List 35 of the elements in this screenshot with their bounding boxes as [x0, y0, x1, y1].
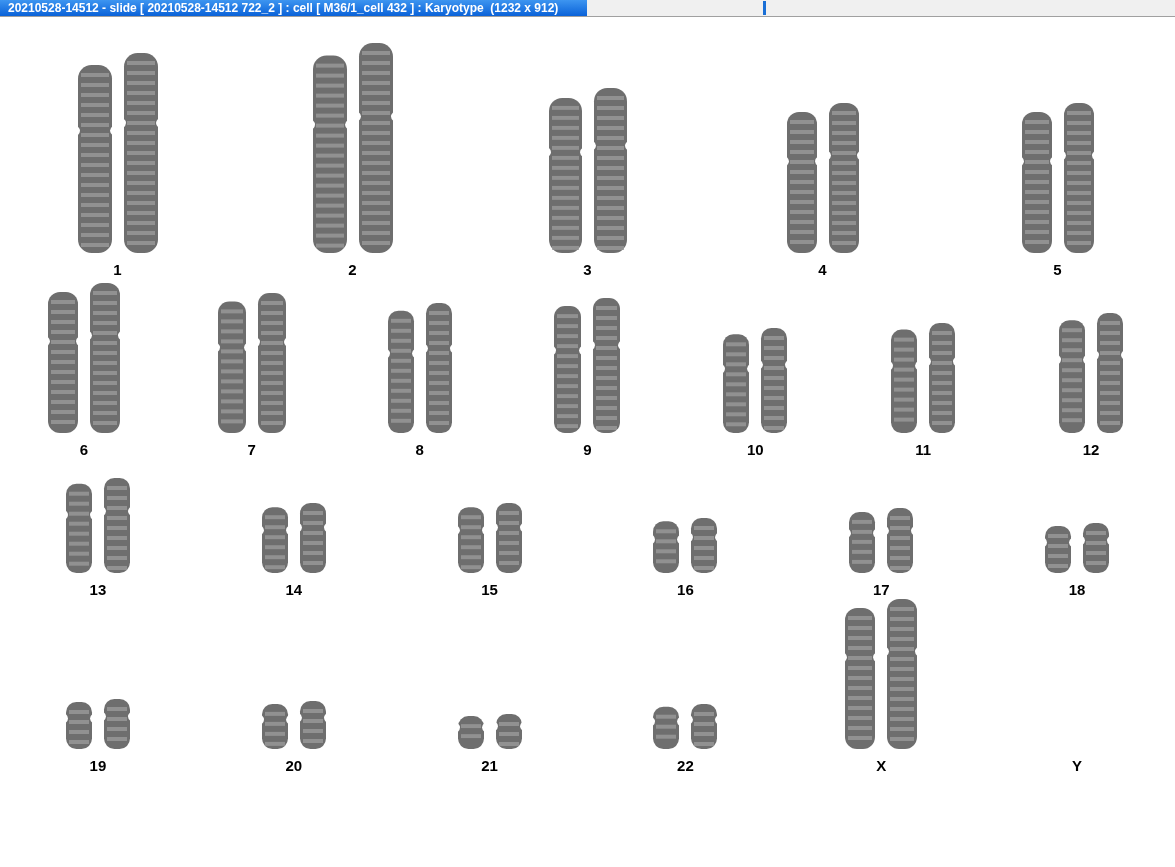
- chromosome-label: 13: [89, 581, 107, 599]
- chromosome-label: X: [876, 757, 887, 775]
- chromosome-label: 14: [285, 581, 303, 599]
- window-title: 20210528-14512 - slide [ 20210528-14512 722_2 ] : cell [ M36/1_cell 432 ] : Karyotype (1232 x 912): [0, 0, 587, 16]
- chromosome-label: 20: [285, 757, 303, 775]
- chromosome-label: 19: [89, 757, 107, 775]
- chromosome-label: 9: [583, 441, 592, 459]
- chromosome-pair-drawing: [457, 714, 522, 749]
- chromosome-pair-drawing: [65, 699, 130, 749]
- chromosome-label: 15: [481, 581, 498, 599]
- chromosome-label: 2: [348, 261, 357, 279]
- chromosome-pair-drawing: [653, 704, 718, 749]
- chromosome-label: 22: [677, 757, 694, 775]
- scroll-marker: [763, 1, 766, 15]
- chromosome-pair-drawing: [849, 508, 914, 573]
- chromosome-label: 7: [247, 441, 256, 459]
- chromosome-pair-drawing: [261, 503, 326, 573]
- chromosome-label: 21: [481, 757, 498, 775]
- chromosome-label: 6: [79, 441, 89, 459]
- chromosome-pair-drawing: [1045, 523, 1110, 573]
- chromosome-label: 5: [1053, 261, 1062, 279]
- chromosome-pair-drawing: [261, 701, 326, 749]
- chromosome-label: 11: [915, 441, 932, 459]
- chromosome-pair-drawing: [653, 518, 718, 573]
- chromosome-label: 3: [583, 261, 592, 279]
- chromosome-label: 16: [677, 581, 694, 599]
- chromosome-label: 8: [415, 441, 424, 459]
- chromosome-pair-drawing: [457, 503, 522, 573]
- chromosome-label: Y: [1072, 757, 1083, 775]
- chromosome-label: 17: [872, 581, 890, 599]
- chromosome-label: 12: [1082, 441, 1100, 459]
- chromosome-label: 4: [818, 261, 827, 279]
- chromosome-label: 18: [1068, 581, 1086, 599]
- chromosome-label: 1: [113, 261, 122, 279]
- chromosome-label: 10: [747, 441, 764, 459]
